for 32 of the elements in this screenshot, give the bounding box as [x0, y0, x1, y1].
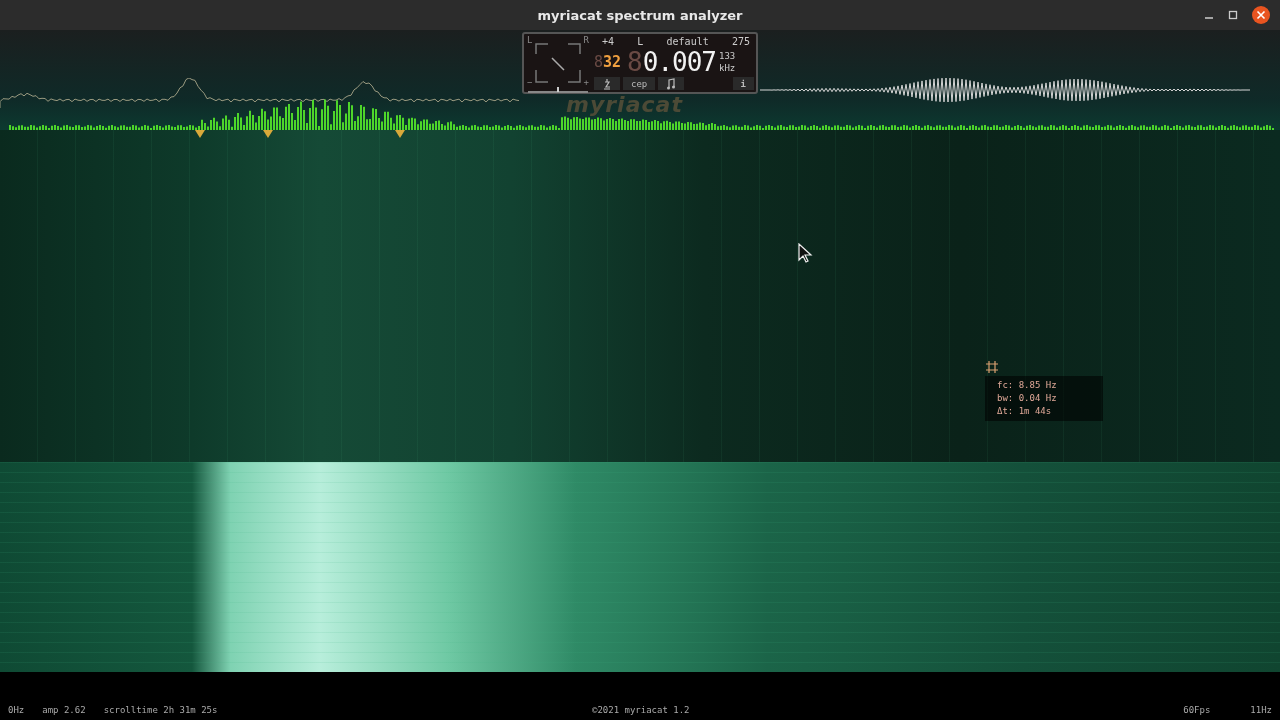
status-text: 11Hz — [1250, 705, 1272, 715]
maximize-icon[interactable] — [1228, 10, 1238, 20]
note-button[interactable] — [658, 77, 685, 90]
ghost-digit: 8 — [627, 47, 643, 77]
status-text: 0Hz — [8, 705, 25, 715]
crosshair-icon — [985, 360, 999, 374]
music-note-icon — [666, 77, 677, 90]
info-button[interactable]: i — [732, 77, 754, 90]
logo: myriacat — [566, 94, 683, 116]
dial-drawing: L R − + — [526, 36, 590, 92]
octave-value: 32 — [603, 53, 622, 71]
panel-label: L — [637, 36, 644, 47]
panel-label: +4 — [602, 36, 615, 47]
close-icon[interactable] — [1252, 6, 1270, 24]
frequency-upper: 133 — [719, 50, 736, 62]
tooltip-line: Δt: 1m 44s — [997, 405, 1053, 418]
window-title: myriacat spectrum analyzer — [537, 7, 743, 23]
copyright-text: ©2021 myriacat 1.2 — [592, 705, 690, 715]
figure-button[interactable] — [594, 77, 620, 90]
ghost-digit: 8 — [594, 53, 604, 71]
status-text: 60Fps — [1183, 705, 1211, 715]
figure-icon — [602, 77, 612, 90]
tooltip-line: fc: 8.85 Hz — [997, 379, 1058, 392]
tooltip-line: bw: 0.04 Hz — [997, 392, 1058, 405]
status-text: amp 2.62 — [42, 705, 86, 715]
status-text: scrolltime 2h 31m 25s — [103, 705, 218, 715]
panel-label: 275 — [731, 36, 750, 47]
frequency-unit: kHz — [719, 62, 736, 74]
frequency-value: 0.007 — [642, 47, 717, 77]
cursor-icon — [798, 243, 814, 263]
cepstrum-button[interactable]: cep — [623, 77, 656, 90]
panel-label: default — [666, 36, 709, 47]
